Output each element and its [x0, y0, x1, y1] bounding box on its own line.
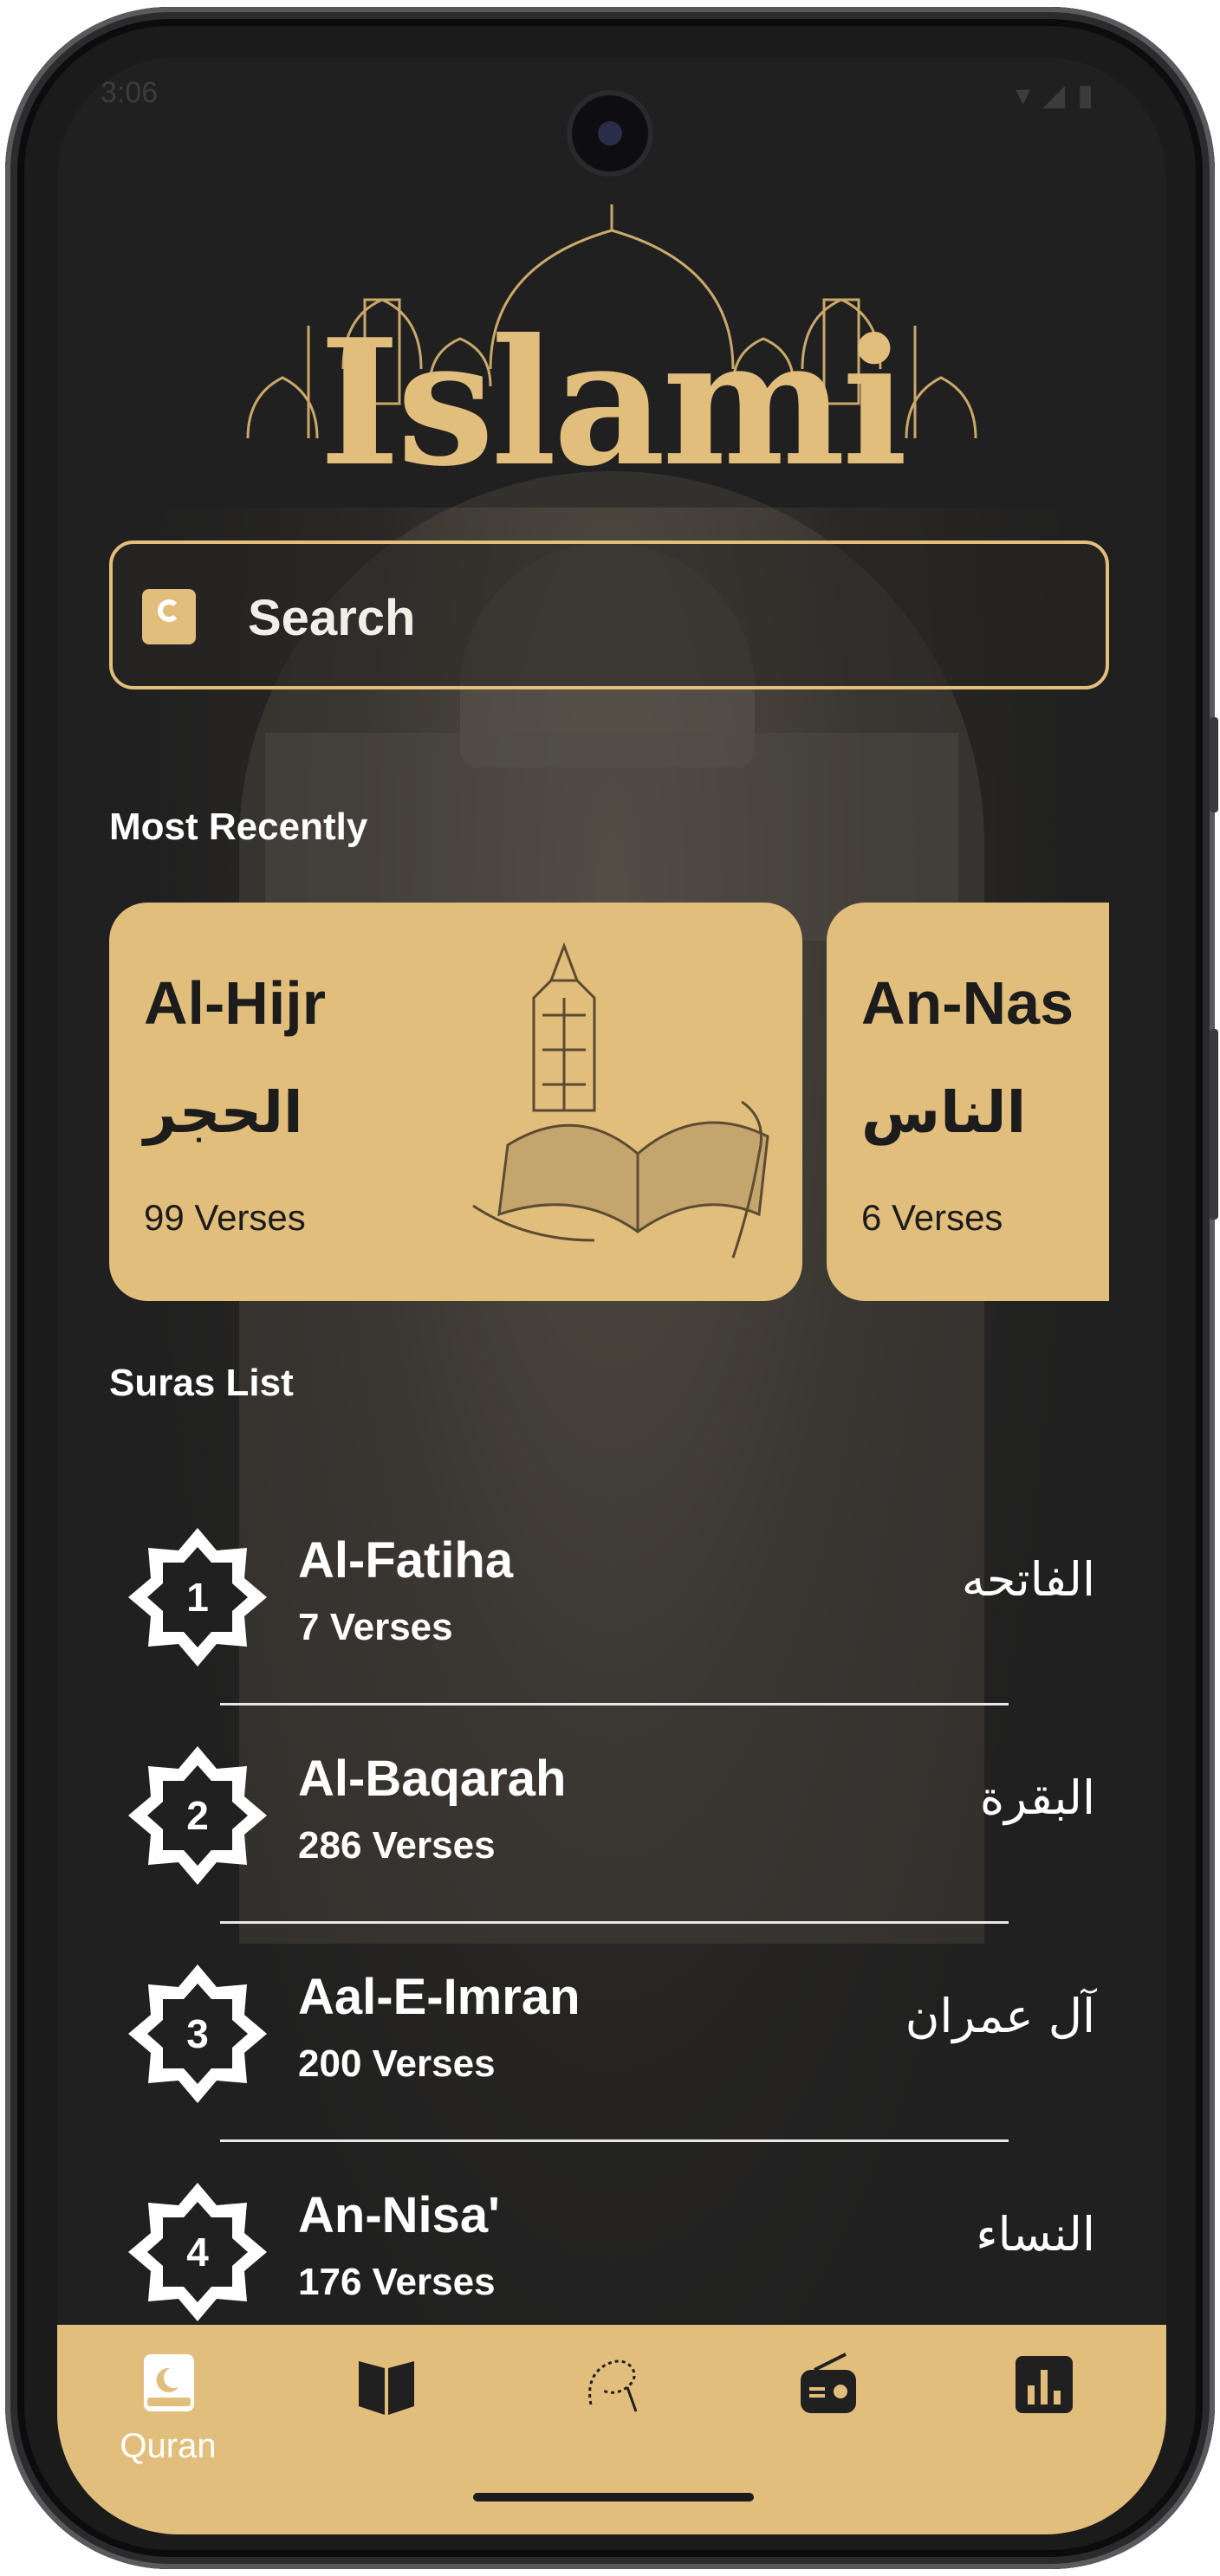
home-indicator[interactable] — [473, 2493, 754, 2502]
divider — [220, 1703, 1009, 1705]
sura-number: 2 — [186, 1793, 209, 1838]
volume-button — [1210, 1029, 1218, 1220]
search-placeholder: Search — [248, 590, 416, 646]
quran-search-icon — [142, 589, 196, 644]
sura-name-ar: الفاتحه — [961, 1552, 1095, 1607]
divider — [220, 2139, 1009, 2142]
sura-number: 4 — [186, 2230, 209, 2275]
sura-name-en: Al-Baqarah — [298, 1751, 567, 1807]
sura-name-en: Aal-E-Imran — [298, 1969, 581, 2025]
sura-row[interactable]: 2 Al-Baqarah 286 Verses البقرة — [57, 1713, 1166, 1930]
radio-icon — [801, 2353, 856, 2413]
status-icons: ▾◢▮ — [1016, 79, 1106, 112]
sura-verses: 7 Verses — [298, 1606, 453, 1648]
sura-name-en: An-Nisa' — [298, 2187, 500, 2243]
sura-number: 3 — [186, 2011, 209, 2056]
sura-row[interactable]: 4 An-Nisa' 176 Verses النساء — [57, 2150, 1166, 2325]
recent-card-name-ar: الناس — [861, 1079, 1027, 1146]
sura-row[interactable]: 3 Aal-E-Imran 200 Verses آل عمران — [57, 1932, 1166, 2148]
phone-frame: 3:06 ▾◢▮ Islami Search Most Recently Al-… — [5, 7, 1218, 2569]
bottom-navigation: Quran — [57, 2325, 1166, 2534]
sura-name-ar: البقرة — [979, 1770, 1095, 1825]
suras-list-title: Suras List — [109, 1362, 294, 1404]
app-logo: Islami — [319, 301, 907, 505]
front-camera — [572, 95, 648, 172]
sura-number: 1 — [186, 1575, 209, 1620]
nav-item-quran[interactable]: Quran — [116, 2344, 220, 2482]
book-icon — [359, 2361, 414, 2415]
search-input[interactable]: Search — [109, 540, 1109, 689]
app-screen: 3:06 ▾◢▮ Islami Search Most Recently Al-… — [57, 57, 1166, 2534]
status-time: 3:06 — [101, 76, 159, 109]
nav-item-radio[interactable] — [776, 2344, 880, 2482]
recent-card-name-ar: الحجر — [144, 1079, 303, 1146]
sura-row[interactable]: 1 Al-Fatiha 7 Verses الفاتحه — [57, 1495, 1166, 1712]
time-chart-icon — [1016, 2356, 1073, 2413]
sura-verses: 176 Verses — [298, 2261, 496, 2303]
divider — [220, 1921, 1009, 1924]
nav-item-time[interactable] — [991, 2344, 1095, 2482]
sura-number-badge-icon: 1 — [128, 1528, 267, 1667]
sura-verses: 200 Verses — [298, 2042, 496, 2085]
power-button — [1210, 717, 1218, 812]
recent-card-verses: 6 Verses — [861, 1197, 1003, 1238]
nav-label-quran: Quran — [120, 2427, 217, 2465]
sura-name-en: Al-Fatiha — [298, 1532, 514, 1589]
sura-verses: 286 Verses — [298, 1824, 496, 1867]
quran-icon — [144, 2354, 194, 2411]
recent-card-verses: 99 Verses — [144, 1197, 306, 1238]
sura-name-ar: النساء — [976, 2207, 1095, 2262]
recent-card-name-en: An-Nas — [861, 969, 1074, 1037]
sura-number-badge-icon: 3 — [128, 1964, 267, 2103]
quran-lantern-illustration — [472, 942, 769, 1259]
nav-item-sebha[interactable] — [560, 2344, 664, 2482]
nav-item-hadith[interactable] — [334, 2344, 438, 2482]
sebha-icon — [588, 2359, 638, 2412]
most-recently-title: Most Recently — [109, 806, 368, 848]
sura-number-badge-icon: 4 — [128, 2183, 267, 2321]
recent-card-name-en: Al-Hijr — [144, 969, 326, 1037]
recent-card[interactable]: Al-Hijr الحجر 99 Verses — [109, 903, 802, 1301]
recent-card[interactable]: An-Nas الناس 6 Verses — [827, 903, 1109, 1301]
sura-number-badge-icon: 2 — [128, 1746, 267, 1885]
sura-name-ar: آل عمران — [905, 1989, 1095, 2043]
